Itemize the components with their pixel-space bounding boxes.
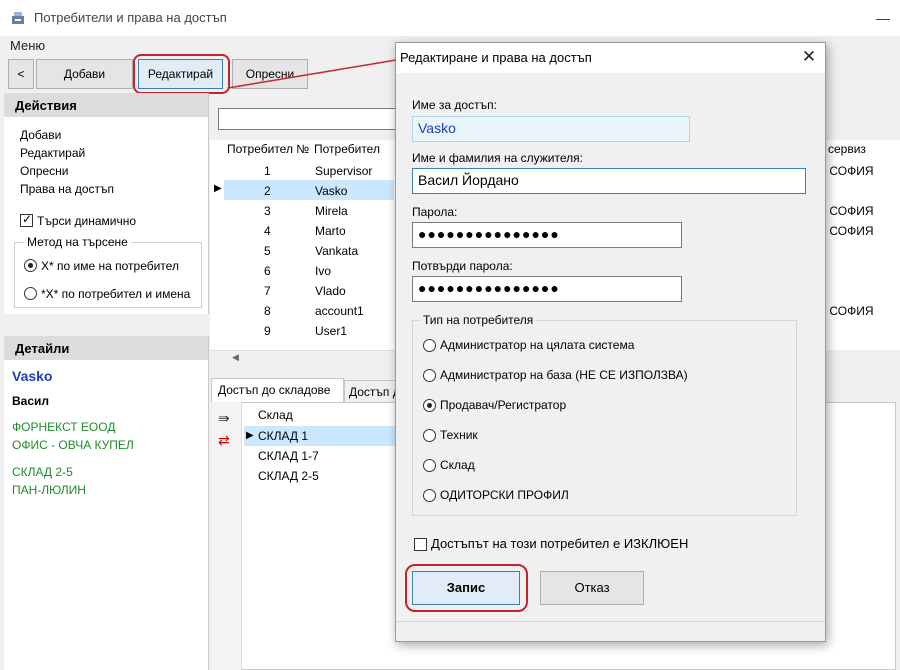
- warehouse-row[interactable]: СКЛАД 2-5: [258, 466, 319, 486]
- column-header-user[interactable]: Потребител: [314, 142, 380, 160]
- actions-header: Действия: [4, 93, 208, 117]
- user-type-radio-db-admin[interactable]: [423, 369, 436, 382]
- window-title: Потребители и права на достъп: [34, 10, 227, 25]
- details-header: Детайли: [4, 336, 208, 360]
- user-name-cell[interactable]: Vlado: [315, 281, 346, 301]
- user-name-cell[interactable]: Supervisor: [315, 161, 372, 181]
- user-name-cell[interactable]: Vasko: [315, 181, 347, 201]
- main-menu[interactable]: Меню: [10, 38, 45, 53]
- user-number-cell[interactable]: 9: [264, 321, 271, 341]
- action-access-rights[interactable]: Права на достъп: [20, 182, 114, 196]
- user-number-cell[interactable]: 4: [264, 221, 271, 241]
- cancel-button[interactable]: Отказ: [540, 571, 644, 605]
- warehouse-row-indicator-icon: ▶: [246, 430, 254, 441]
- full-name-input[interactable]: Васил Йордано: [412, 168, 806, 194]
- selected-row-highlight: [224, 180, 394, 200]
- user-name-cell[interactable]: Marto: [315, 221, 346, 241]
- action-refresh[interactable]: Опресни: [20, 164, 69, 178]
- user-number-cell[interactable]: 6: [264, 261, 271, 281]
- warehouse-column-header[interactable]: Склад: [258, 408, 293, 422]
- search-input[interactable]: [218, 108, 398, 130]
- refresh-button[interactable]: Опресни: [232, 59, 308, 89]
- confirm-password-input[interactable]: ●●●●●●●●●●●●●●●: [412, 276, 682, 302]
- user-disabled-label: Достъпът на този потребител е ИЗКЛЮЕН: [431, 536, 689, 551]
- user-name-cell[interactable]: account1: [315, 301, 364, 321]
- column-header-user-number[interactable]: Потребител №: [227, 142, 309, 160]
- cash-register-icon: [12, 12, 24, 24]
- edit-button-highlight: [133, 54, 230, 94]
- details-warehouse: СКЛАД 2-5: [12, 465, 73, 479]
- warehouse-row[interactable]: СКЛАД 1-7: [258, 446, 319, 466]
- user-number-cell[interactable]: 2: [264, 181, 271, 201]
- add-button[interactable]: Добави: [36, 59, 133, 89]
- details-company: ФОРНЕКСТ ЕООД: [12, 420, 116, 434]
- action-add[interactable]: Добави: [20, 128, 61, 142]
- user-name-cell[interactable]: User1: [315, 321, 347, 341]
- service-cell[interactable]: А СОФИЯ: [818, 201, 874, 221]
- user-type-radio-warehouse[interactable]: [423, 459, 436, 472]
- login-input[interactable]: Vasko: [412, 116, 690, 142]
- user-type-radio-seller[interactable]: [423, 399, 436, 412]
- user-type-label-db-admin: Администратор на база (НЕ СЕ ИЗПОЛЗВА): [440, 368, 688, 382]
- user-number-cell[interactable]: 3: [264, 201, 271, 221]
- minimize-button[interactable]: —: [868, 6, 898, 30]
- dialog-title: Редактиране и права на достъп: [400, 50, 592, 65]
- details-location: ПАН-ЛЮЛИН: [12, 483, 86, 497]
- user-type-radio-technician[interactable]: [423, 429, 436, 442]
- close-icon[interactable]: ✕: [798, 46, 820, 68]
- dynamic-search-checkbox[interactable]: [20, 212, 33, 227]
- warehouse-row[interactable]: СКЛАД 1: [258, 426, 308, 446]
- full-name-label: Име и фамилия на служителя:: [412, 151, 583, 165]
- password-input[interactable]: ●●●●●●●●●●●●●●●: [412, 222, 682, 248]
- service-cell[interactable]: А СОФИЯ: [818, 221, 874, 241]
- user-type-label-auditor: ОДИТОРСКИ ПРОФИЛ: [440, 488, 569, 502]
- details-login: Vasko: [12, 368, 53, 384]
- user-type-label-seller: Продавач/Регистратор: [440, 398, 567, 412]
- user-type-label-warehouse: Склад: [440, 458, 475, 472]
- user-name-cell[interactable]: Vankata: [315, 241, 358, 261]
- search-by-username-label: X* по име на потребител: [41, 259, 179, 273]
- user-type-label-technician: Техник: [440, 428, 478, 442]
- search-by-username-radio[interactable]: [24, 259, 37, 272]
- dynamic-search-label: Търси динамично: [37, 214, 137, 228]
- user-type-radio-auditor[interactable]: [423, 489, 436, 502]
- user-number-cell[interactable]: 5: [264, 241, 271, 261]
- details-office: ОФИС - ОВЧА КУПЕЛ: [12, 438, 134, 452]
- user-number-cell[interactable]: 8: [264, 301, 271, 321]
- user-name-cell[interactable]: Mirela: [315, 201, 348, 221]
- user-name-cell[interactable]: Ivo: [315, 261, 331, 281]
- assign-warehouse-icon[interactable]: ⇛: [218, 410, 230, 427]
- panel-separator: [4, 314, 209, 336]
- tab-warehouse-access[interactable]: Достъп до складове: [211, 378, 344, 402]
- tab-access-other[interactable]: Достъп д: [344, 380, 396, 402]
- user-type-radio-system-admin[interactable]: [423, 339, 436, 352]
- remove-warehouse-icon[interactable]: ⇄: [218, 432, 230, 449]
- confirm-password-label: Потвърди парола:: [412, 259, 513, 273]
- action-edit[interactable]: Редактирай: [20, 146, 85, 160]
- user-number-cell[interactable]: 7: [264, 281, 271, 301]
- details-name: Васил: [12, 394, 50, 408]
- user-type-legend: Тип на потребителя: [420, 313, 537, 327]
- login-label: Име за достъп:: [412, 98, 497, 112]
- current-row-indicator-icon: ▶: [214, 183, 222, 194]
- user-type-label-system-admin: Администратор на цялата система: [440, 338, 635, 352]
- password-label: Парола:: [412, 205, 458, 219]
- scroll-left-icon[interactable]: ◀: [232, 352, 248, 366]
- dialog-divider: [396, 621, 825, 622]
- user-number-cell[interactable]: 1: [264, 161, 271, 181]
- back-button[interactable]: <: [8, 59, 34, 89]
- service-cell[interactable]: А СОФИЯ: [818, 301, 874, 321]
- user-disabled-checkbox[interactable]: [414, 538, 427, 551]
- search-by-user-and-names-label: *X* по потребител и имена: [41, 287, 191, 301]
- save-button-highlight: [405, 564, 528, 612]
- service-cell[interactable]: А СОФИЯ: [818, 161, 874, 181]
- search-by-user-and-names-radio[interactable]: [24, 287, 37, 300]
- search-method-legend: Метод на търсене: [24, 235, 131, 249]
